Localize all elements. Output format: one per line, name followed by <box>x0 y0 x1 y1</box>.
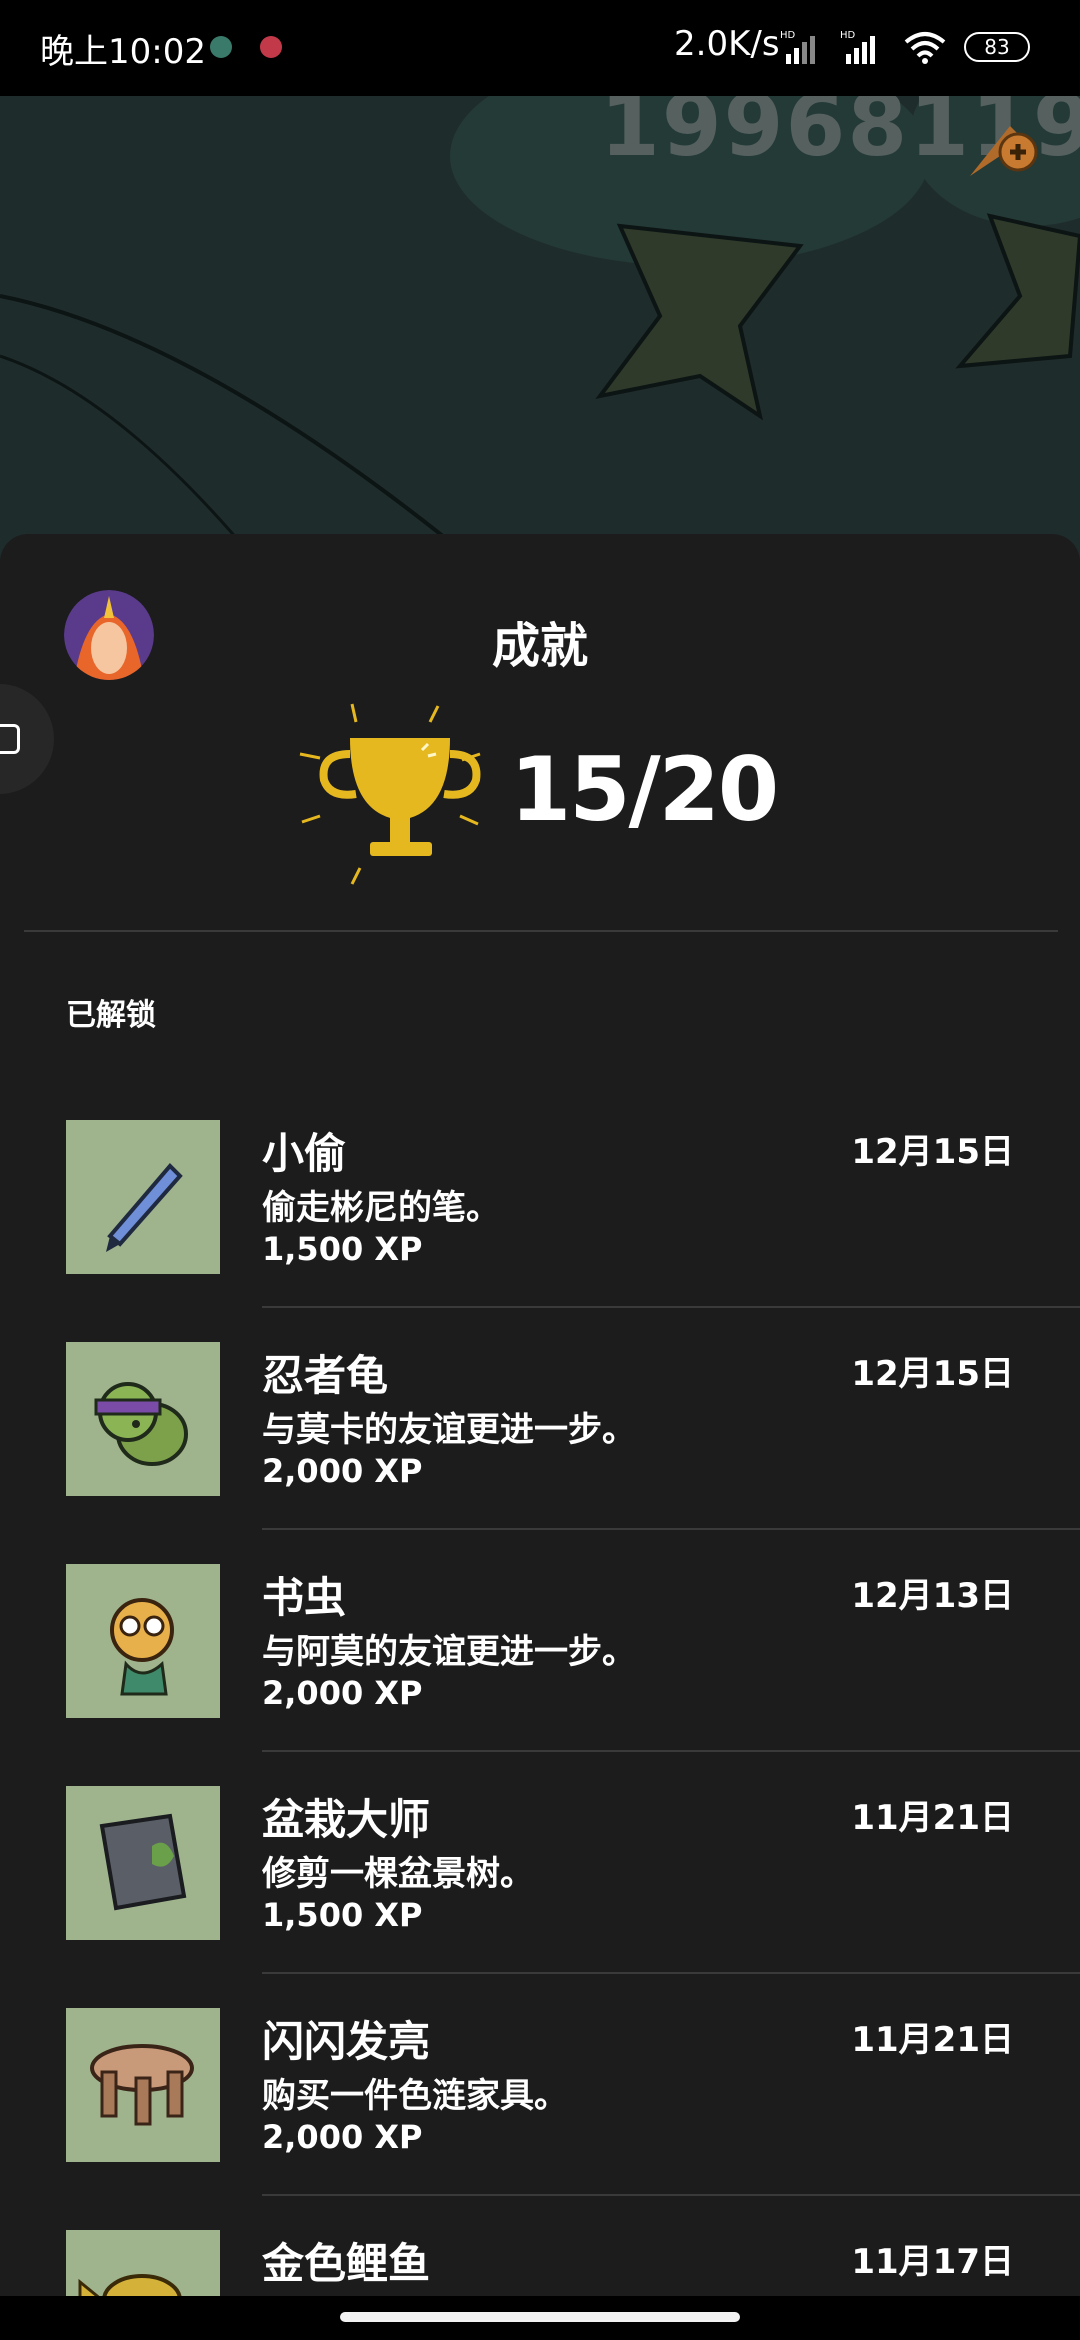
trophy-icon <box>299 703 481 885</box>
achievement-description: 与阿莫的友谊更进一步。 <box>262 1632 636 1672</box>
achievement-thumbnail <box>66 1564 220 1718</box>
wifi-icon <box>904 32 946 64</box>
page-title: 成就 <box>491 618 588 674</box>
achievement-thumbnail <box>66 1120 220 1274</box>
divider <box>24 930 1058 932</box>
achievement-xp: 1,500 XP <box>262 1896 423 1934</box>
list-item[interactable]: 书虫 与阿莫的友谊更进一步。 2,000 XP 12月13日 <box>0 1564 1080 1786</box>
achievement-date: 11月17日 <box>851 2242 1014 2282</box>
achievement-date: 12月13日 <box>851 1576 1014 1616</box>
achievement-date: 11月21日 <box>851 2020 1014 2060</box>
stool-icon <box>90 2044 194 2126</box>
divider <box>262 1528 1080 1530</box>
status-time: 晚上10:02 <box>40 32 206 72</box>
achievement-name: 书虫 <box>262 1573 347 1622</box>
signal-icon: HD <box>780 30 815 64</box>
achievement-xp: 2,000 XP <box>262 1452 423 1490</box>
divider <box>262 1306 1080 1308</box>
game-scene-background: 19968119 <box>0 96 1080 576</box>
achievement-name: 盆栽大师 <box>262 1795 431 1844</box>
achievement-date: 12月15日 <box>851 1132 1014 1172</box>
list-item[interactable]: 盆栽大师 修剪一棵盆景树。 1,500 XP 11月21日 <box>0 1786 1080 2008</box>
add-carrot-icon[interactable] <box>960 106 1040 186</box>
signal-icon: HD <box>840 30 875 64</box>
achievement-thumbnail <box>66 1342 220 1496</box>
giraffe-icon <box>110 1598 174 1696</box>
achievement-name: 小偷 <box>262 1129 347 1178</box>
navigation-bar <box>0 2296 1080 2340</box>
achievement-date: 12月15日 <box>851 1354 1014 1394</box>
achievement-xp: 2,000 XP <box>262 1674 423 1712</box>
achievement-progress: 15/20 <box>510 738 779 841</box>
achievement-thumbnail <box>66 1786 220 1940</box>
ninja-turtle-icon <box>94 1382 188 1466</box>
achievement-description: 与莫卡的友谊更进一步。 <box>262 1410 636 1450</box>
bonsai-book-icon <box>99 1813 187 1911</box>
pen-icon <box>106 1163 183 1252</box>
divider <box>262 2194 1080 2196</box>
achievement-name: 忍者龟 <box>262 1351 389 1400</box>
notification-app-icon <box>210 36 232 58</box>
section-unlocked-label: 已解锁 <box>66 998 156 1033</box>
divider <box>262 1972 1080 1974</box>
square-icon <box>0 724 20 754</box>
home-gesture-bar[interactable] <box>340 2312 740 2322</box>
achievement-xp: 2,000 XP <box>262 2118 423 2156</box>
list-item[interactable]: 小偷 偷走彬尼的笔。 1,500 XP 12月15日 <box>0 1120 1080 1342</box>
achievement-description: 修剪一棵盆景树。 <box>262 1854 534 1894</box>
achievements-sheet: 成就 15/20 已解锁 小偷 偷走彬尼的笔。 1,500 XP 12月15日 … <box>0 534 1080 2340</box>
network-speed: 2.0K/s <box>674 24 780 64</box>
achievement-thumbnail <box>66 2008 220 2162</box>
achievement-description: 购买一件色涟家具。 <box>262 2076 568 2116</box>
achievement-name: 金色鲤鱼 <box>262 2239 431 2288</box>
list-item[interactable]: 忍者龟 与莫卡的友谊更进一步。 2,000 XP 12月15日 <box>0 1342 1080 1564</box>
divider <box>262 1750 1080 1752</box>
side-drawer-handle[interactable] <box>0 684 54 794</box>
status-bar: 晚上10:02 2.0K/s HD HD 83 <box>0 0 1080 96</box>
svg-text:HD: HD <box>780 30 796 41</box>
achievement-name: 闪闪发亮 <box>262 2017 431 2066</box>
svg-text:HD: HD <box>840 30 856 41</box>
battery-icon: 83 <box>964 32 1030 62</box>
notification-app-icon <box>260 36 282 58</box>
achievement-date: 11月21日 <box>851 1798 1014 1838</box>
achievement-description: 偷走彬尼的笔。 <box>262 1188 500 1228</box>
list-item[interactable]: 闪闪发亮 购买一件色涟家具。 2,000 XP 11月21日 <box>0 2008 1080 2230</box>
achievement-xp: 1,500 XP <box>262 1230 423 1268</box>
achievement-list: 小偷 偷走彬尼的笔。 1,500 XP 12月15日 忍者龟 与莫卡的友谊更进一… <box>0 1120 1080 2340</box>
